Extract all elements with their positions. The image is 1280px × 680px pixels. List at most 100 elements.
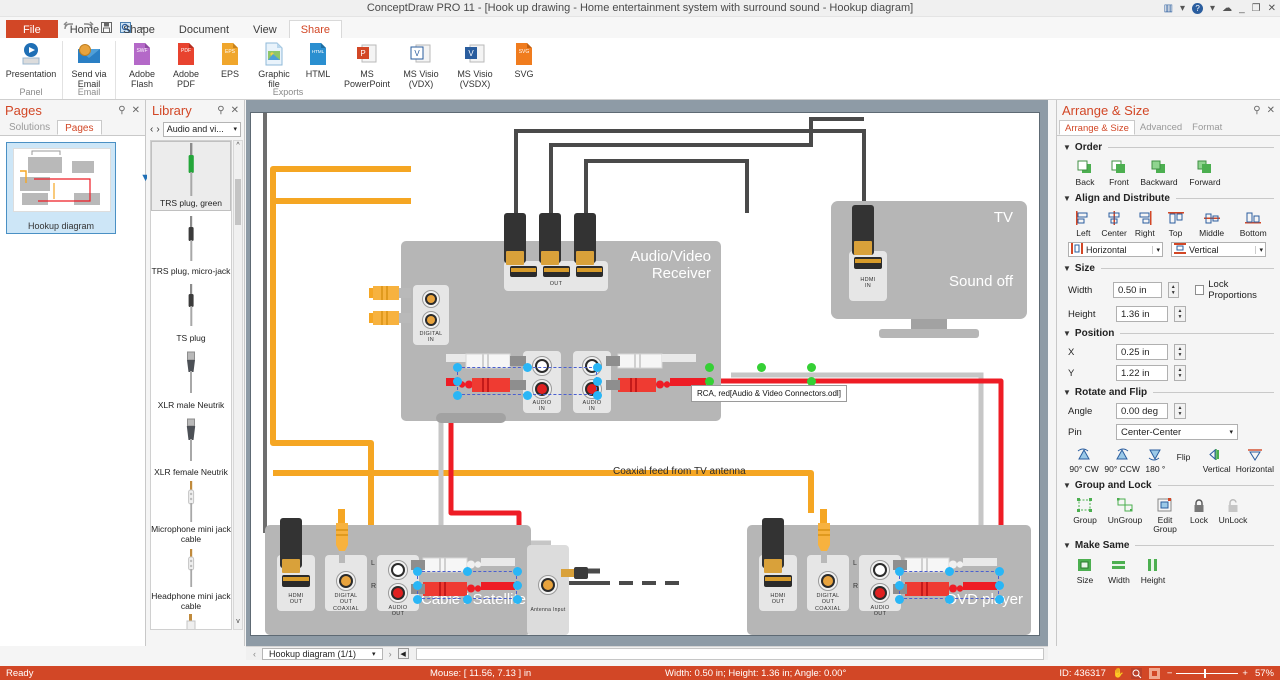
- library-pin-icon[interactable]: ⚲: [217, 105, 224, 116]
- library-prev-icon[interactable]: ‹: [150, 124, 153, 135]
- selection-handle[interactable]: [995, 581, 1004, 590]
- align-top-button[interactable]: Top: [1160, 209, 1191, 238]
- export-eps-button[interactable]: EPS EPS: [208, 41, 252, 79]
- export-svg-button[interactable]: SVG SVG: [502, 41, 546, 79]
- receiver-out-plate[interactable]: OUT: [504, 261, 608, 291]
- page-prev-icon[interactable]: ‹: [250, 649, 259, 659]
- maximize-button[interactable]: ❐: [1252, 0, 1261, 17]
- dvd-yellow-plug[interactable]: [815, 509, 833, 568]
- library-item-rca-partial[interactable]: [151, 613, 231, 629]
- diagram-canvas[interactable]: Audio/Video Receiver OUT DIGITAL IN AUDI…: [246, 100, 1048, 646]
- section-make-same-header[interactable]: ▼ Make Same: [1063, 540, 1274, 551]
- distribute-horizontal-caret-icon[interactable]: ▾: [1152, 245, 1160, 254]
- flip-vertical-button[interactable]: Vertical: [1198, 445, 1236, 474]
- library-scroll-down-icon[interactable]: v: [234, 618, 242, 628]
- hand-tool-icon[interactable]: ✋: [1112, 668, 1124, 679]
- position-y-stepper[interactable]: ▲ ▼: [1174, 365, 1186, 381]
- selection-handle[interactable]: [895, 595, 904, 604]
- angle-input[interactable]: 0.00 deg: [1116, 403, 1168, 419]
- tab-share[interactable]: Share: [288, 20, 343, 38]
- position-y-input[interactable]: 1.22 in: [1116, 365, 1168, 381]
- tv-hdmi-in-plate[interactable]: HDMI IN: [849, 251, 887, 301]
- tab-advanced[interactable]: Advanced: [1135, 120, 1187, 135]
- width-stepper[interactable]: ▲ ▼: [1167, 282, 1179, 298]
- selection-handle[interactable]: [453, 363, 462, 372]
- selection-handle[interactable]: [513, 595, 522, 604]
- help-icon[interactable]: ?: [1192, 3, 1204, 14]
- selection-handle[interactable]: [593, 363, 602, 372]
- layout-caret-icon[interactable]: ▾: [1180, 0, 1185, 17]
- order-forward-button[interactable]: Forward: [1182, 158, 1228, 187]
- selection-handle-green[interactable]: [807, 363, 816, 372]
- pages-close-icon[interactable]: ✕: [132, 105, 140, 116]
- yellow-plug-2[interactable]: [361, 310, 417, 329]
- group-button[interactable]: Group: [1068, 496, 1102, 534]
- distribute-vertical-caret-icon[interactable]: ▾: [1255, 245, 1263, 254]
- drawing-sheet[interactable]: Audio/Video Receiver OUT DIGITAL IN AUDI…: [250, 112, 1040, 636]
- rotate-cw-button[interactable]: 90° CW: [1065, 445, 1103, 474]
- section-size-header[interactable]: ▼ Size: [1063, 263, 1274, 274]
- export-flash-button[interactable]: SWF Adobe Flash: [120, 41, 164, 89]
- align-bottom-button[interactable]: Bottom: [1232, 209, 1274, 238]
- height-input[interactable]: 1.36 in: [1116, 306, 1168, 322]
- rotate-ccw-button[interactable]: 90° CCW: [1103, 445, 1141, 474]
- selection-handle[interactable]: [413, 595, 422, 604]
- zoom-out-button[interactable]: −: [1167, 668, 1173, 679]
- selection-handle[interactable]: [995, 595, 1004, 604]
- spin-down[interactable]: ▼: [1178, 314, 1183, 320]
- tab-document[interactable]: Document: [167, 20, 241, 38]
- position-x-input[interactable]: 0.25 in: [1116, 344, 1168, 360]
- page-tab-caret-icon[interactable]: ▾: [372, 650, 376, 658]
- library-scroll-up-icon[interactable]: ^: [234, 142, 242, 152]
- page-thumbnail-hookup-diagram[interactable]: Hookup diagram: [6, 142, 116, 234]
- angle-stepper[interactable]: ▲ ▼: [1174, 403, 1186, 419]
- tab-file[interactable]: File: [6, 20, 58, 38]
- selection-handle[interactable]: [523, 391, 532, 400]
- section-order-header[interactable]: ▼ Order: [1063, 142, 1274, 153]
- antenna-input-jack[interactable]: [538, 575, 558, 595]
- tab-shape[interactable]: Shape: [111, 20, 167, 38]
- lock-proportions-row[interactable]: Lock Proportions: [1194, 279, 1274, 301]
- library-shape-list[interactable]: TRS plug, green TRS plug, micro-jack TS …: [150, 140, 232, 630]
- page-next-icon[interactable]: ›: [386, 649, 395, 659]
- selection-handle[interactable]: [895, 567, 904, 576]
- selection-handle[interactable]: [463, 595, 472, 604]
- dvd-hdmi-out-port[interactable]: [764, 575, 792, 587]
- zoom-in-button[interactable]: +: [1242, 668, 1248, 679]
- hdmi-out-2[interactable]: [543, 266, 570, 277]
- tab-home[interactable]: Home: [58, 20, 111, 38]
- library-item-headphone-mini-jack[interactable]: Headphone mini jack cable: [151, 546, 231, 613]
- antenna-input-plate[interactable]: Antenna Input: [527, 545, 569, 635]
- zoom-slider-track[interactable]: [1176, 668, 1239, 678]
- selection-handle[interactable]: [895, 581, 904, 590]
- presentation-button[interactable]: Presentation: [4, 41, 58, 79]
- unlock-button[interactable]: UnLock: [1216, 496, 1250, 534]
- arrange-close-icon[interactable]: ✕: [1267, 105, 1275, 116]
- dvd-audio-out-left-jack[interactable]: [870, 560, 890, 580]
- selection-handle[interactable]: [463, 567, 472, 576]
- export-pdf-button[interactable]: PDF Adobe PDF: [164, 41, 208, 89]
- order-front-button[interactable]: Front: [1102, 158, 1136, 187]
- distribute-horizontal-combo[interactable]: Horizontal ▾: [1068, 242, 1163, 257]
- lock-proportions-checkbox[interactable]: [1194, 285, 1205, 295]
- selection-handle[interactable]: [945, 595, 954, 604]
- dvd-audio-out-right-jack[interactable]: [870, 583, 890, 603]
- tab-view[interactable]: View: [241, 20, 289, 38]
- export-powerpoint-button[interactable]: P MS PowerPoint: [340, 41, 394, 89]
- library-item-xlr-female[interactable]: XLR female Neutrik: [151, 412, 231, 479]
- library-scrollbar[interactable]: ^ v: [233, 140, 243, 630]
- library-selector[interactable]: Audio and vi... ▾: [162, 121, 241, 137]
- digital-in-jack-2[interactable]: [422, 311, 440, 329]
- cs-audio-out-left-jack[interactable]: [388, 560, 408, 580]
- library-item-trs-plug-green[interactable]: TRS plug, green: [151, 141, 231, 211]
- help-caret-icon[interactable]: ▾: [1210, 0, 1215, 17]
- selection-handle[interactable]: [945, 567, 954, 576]
- fit-page-icon[interactable]: [1148, 667, 1160, 679]
- spin-down[interactable]: ▼: [1178, 411, 1183, 417]
- distribute-vertical-combo[interactable]: Vertical ▾: [1171, 242, 1266, 257]
- library-item-trs-plug-micro[interactable]: TRS plug, micro-jack: [151, 211, 231, 278]
- cs-audio-out-right-jack[interactable]: [388, 583, 408, 603]
- hdmi-out-3[interactable]: [576, 266, 603, 277]
- receiver-digital-in-plate[interactable]: DIGITAL IN: [413, 285, 449, 345]
- same-size-button[interactable]: Size: [1068, 556, 1102, 585]
